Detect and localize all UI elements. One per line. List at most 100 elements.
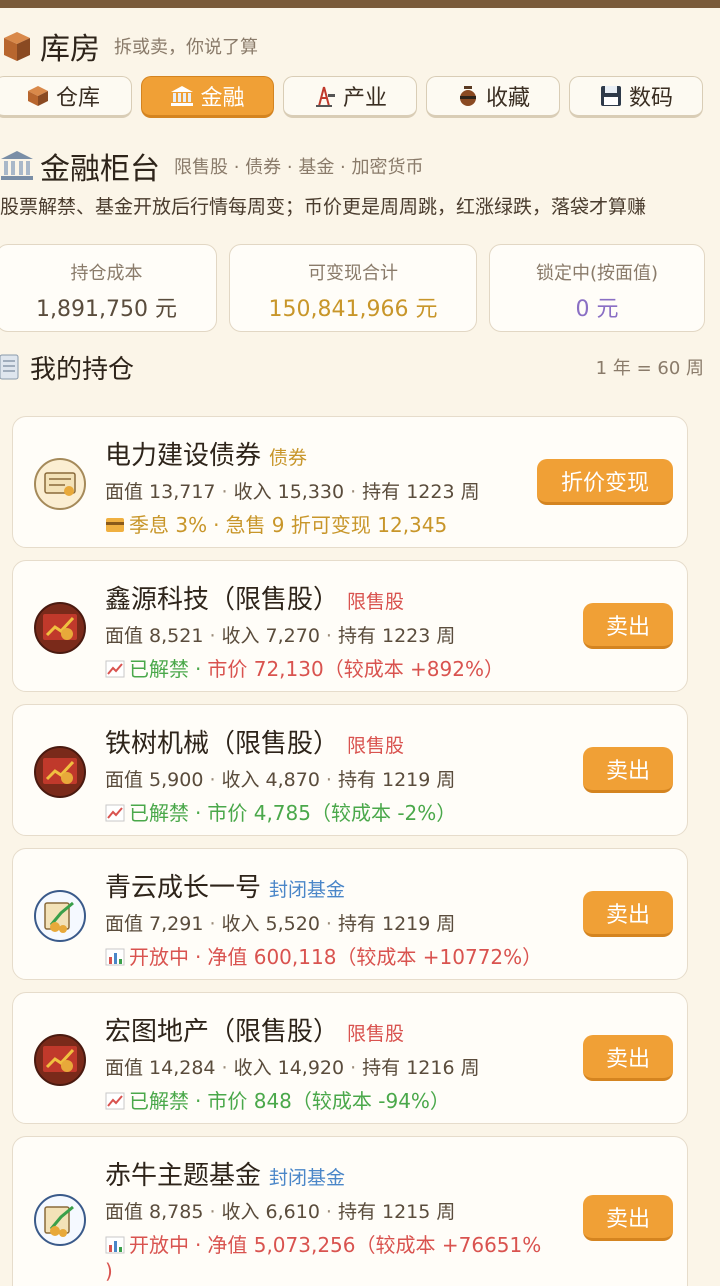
holding-type-tag: 限售股 (347, 1023, 405, 1045)
holding-status: 已解禁 · 市价 72,130（较成本 +892%） (105, 653, 504, 682)
holding-name: 鑫源科技（限售股） 限售股 (105, 579, 404, 616)
tab-collection[interactable]: 收藏 (426, 76, 560, 118)
sell-button[interactable]: 卖出 (583, 603, 673, 649)
status-text: 开放中 (129, 1233, 189, 1257)
separator-dot: · (195, 1233, 202, 1257)
separator-dot: · (209, 1201, 216, 1223)
vase-icon (459, 86, 476, 106)
sell-button[interactable]: 卖出 (583, 1195, 673, 1241)
holding-type-tag: 封闭基金 (269, 879, 346, 901)
bar-chart-icon (105, 1235, 125, 1254)
holding-card: 青云成长一号 封闭基金 面值 7,291 · 收入 5,520 · 持有 1219 周开放中… (12, 848, 688, 980)
stat-liquid-total: 可变现合计 150,841,966 元 (229, 244, 477, 332)
face-value: 面值 7,291 (105, 913, 204, 935)
discount-cash-button[interactable]: 折价变现 (537, 459, 673, 505)
trend-up-icon (105, 659, 125, 678)
market-detail: 净值 5,073,256（较成本 +76651% (207, 1233, 542, 1257)
section-tags: 限售股 · 债券 · 基金 · 加密货币 (174, 157, 424, 178)
tab-warehouse[interactable]: 仓库 (0, 76, 132, 118)
separator-dot: · (213, 513, 220, 537)
holding-card: 宏图地产（限售股） 限售股 面值 14,284 · 收入 14,920 · 持有 1216 … (12, 992, 688, 1124)
separator-dot: · (325, 1201, 332, 1223)
holding-status: 开放中 · 净值 5,073,256（较成本 +76651% (105, 1229, 541, 1258)
holding-title: 电力建设债券 (105, 441, 262, 471)
held-weeks: 持有 1219 周 (337, 769, 456, 791)
market-detail: 急售 9 折可变现 12,345 (225, 513, 448, 537)
holding-type-tag: 限售股 (347, 591, 405, 613)
sell-button[interactable]: 卖出 (583, 747, 673, 793)
stock-icon (33, 745, 87, 799)
separator-dot: · (221, 1057, 228, 1079)
separator-dot: · (325, 625, 332, 647)
section-header: 金融柜台 限售股 · 债券 · 基金 · 加密货币 (0, 146, 720, 187)
holding-status: 开放中 · 净值 600,118（较成本 +10772%） (105, 941, 542, 970)
income-value: 收入 4,870 (221, 769, 320, 791)
separator-dot: · (350, 481, 357, 503)
holding-title: 青云成长一号 (105, 873, 262, 903)
holding-card: 赤牛主题基金 封闭基金 面值 8,785 · 收入 6,610 · 持有 1215 周开放中… (12, 1136, 688, 1286)
holding-status: 季息 3% · 急售 9 折可变现 12,345 (105, 509, 447, 538)
held-weeks: 持有 1219 周 (337, 913, 456, 935)
face-value: 面值 14,284 (105, 1057, 216, 1079)
section-description: 股票解禁、基金开放后行情每周变；币价更是周周跳，红涨绿跌，落袋才算赚 (0, 196, 647, 218)
tab-label: 数码 (628, 86, 673, 111)
stat-label: 持仓成本 (70, 263, 143, 284)
separator-dot: · (195, 657, 202, 681)
tab-industry[interactable]: 产业 (283, 76, 417, 118)
holdings-title: 我的持仓 (30, 354, 135, 385)
stat-value: 1,891,750 元 (36, 297, 177, 322)
face-value: 面值 5,900 (105, 769, 204, 791)
holding-name: 宏图地产（限售股） 限售股 (105, 1011, 404, 1048)
status-text: 开放中 (129, 945, 189, 969)
status-text: 已解禁 (129, 801, 189, 825)
separator-dot: · (209, 913, 216, 935)
holding-stats: 面值 8,785 · 收入 6,610 · 持有 1215 周 (105, 1197, 455, 1224)
page-title: 库房 (40, 32, 100, 67)
trend-up-icon (105, 1091, 125, 1110)
income-value: 收入 15,330 (233, 481, 345, 503)
holding-stats: 面值 7,291 · 收入 5,520 · 持有 1219 周 (105, 909, 455, 936)
derrick-icon (315, 86, 335, 107)
holding-title: 铁树机械（限售股） (105, 729, 340, 759)
market-detail: 市价 848（较成本 -94%） (207, 1089, 450, 1113)
bank-icon (171, 86, 194, 106)
status-text: 已解禁 (129, 1089, 189, 1113)
box-icon (27, 86, 48, 106)
stat-locked: 锁定中(按面值) 0 元 (489, 244, 705, 332)
section-title: 金融柜台 (40, 152, 160, 187)
status-text: 季息 3% (129, 513, 208, 537)
income-value: 收入 5,520 (221, 913, 320, 935)
bond-icon (33, 457, 87, 511)
holding-name: 青云成长一号 封闭基金 (105, 867, 345, 904)
holding-type-tag: 债券 (269, 447, 308, 469)
tab-digital[interactable]: 数码 (569, 76, 703, 118)
stock-icon (33, 1033, 87, 1087)
stat-label: 锁定中(按面值) (535, 263, 659, 284)
stat-label: 可变现合计 (308, 263, 398, 284)
sell-button[interactable]: 卖出 (583, 1035, 673, 1081)
market-detail: 净值 600,118（较成本 +10772%） (207, 945, 543, 969)
holding-status: 已解禁 · 市价 848（较成本 -94%） (105, 1085, 450, 1114)
holding-name: 电力建设债券 债券 (105, 435, 307, 472)
holding-card: 鑫源科技（限售股） 限售股 面值 8,521 · 收入 7,270 · 持有 1223 周已… (12, 560, 688, 692)
market-detail: 市价 4,785（较成本 -2%） (207, 801, 457, 825)
holding-type-tag: 限售股 (347, 735, 405, 757)
tab-bar: 仓库 金融 产业 收藏 数码 (0, 76, 720, 120)
holding-type-tag: 封闭基金 (269, 1167, 346, 1189)
sell-button[interactable]: 卖出 (583, 891, 673, 937)
separator-dot: · (325, 913, 332, 935)
holding-status: 已解禁 · 市价 4,785（较成本 -2%） (105, 797, 456, 826)
face-value: 面值 8,521 (105, 625, 204, 647)
tab-label: 产业 (342, 86, 387, 111)
top-bar (0, 0, 720, 8)
separator-dot: · (325, 769, 332, 791)
bank-icon (1, 151, 33, 180)
held-weeks: 持有 1216 周 (362, 1057, 480, 1079)
week-note: 1 年 = 60 周 (595, 358, 704, 379)
market-detail-continued: ) (105, 1259, 113, 1283)
holding-card: 铁树机械（限售股） 限售股 面值 5,900 · 收入 4,870 · 持有 1219 周已… (12, 704, 688, 836)
holding-title: 宏图地产（限售股） (105, 1017, 340, 1047)
stat-value: 150,841,966 元 (268, 297, 438, 322)
tab-finance[interactable]: 金融 (141, 76, 274, 118)
holding-stats: 面值 5,900 · 收入 4,870 · 持有 1219 周 (105, 765, 455, 792)
